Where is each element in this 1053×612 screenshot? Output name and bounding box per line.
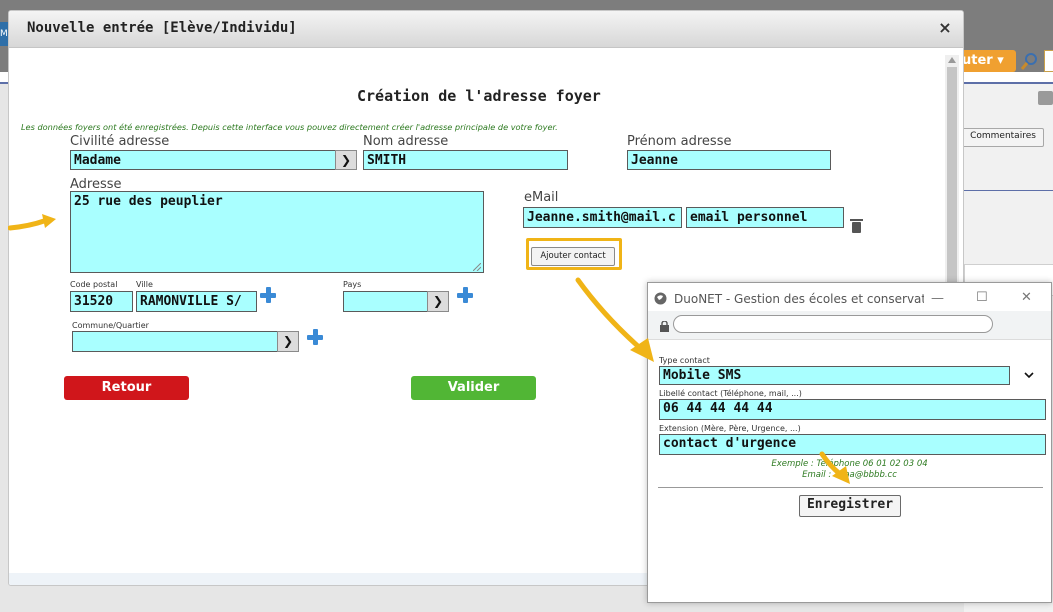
- contact-popup-window: DuoNET - Gestion des écoles et conservat…: [647, 282, 1052, 603]
- valider-button[interactable]: Valider: [411, 376, 536, 400]
- prenom-label: Prénom adresse: [627, 134, 732, 149]
- maximize-icon[interactable]: ☐: [976, 290, 988, 305]
- chevron-down-icon[interactable]: ❯: [335, 150, 357, 170]
- minimize-icon[interactable]: —: [931, 291, 944, 306]
- libelle-label: Libellé contact (Téléphone, mail, ...): [659, 389, 802, 398]
- comments-button[interactable]: Commentaires: [962, 128, 1044, 147]
- commune-label: Commune/Quartier: [72, 321, 149, 330]
- pays-label: Pays: [343, 280, 362, 289]
- annotation-highlight: [526, 238, 622, 270]
- lock-icon: [660, 321, 669, 332]
- cp-label: Code postal: [70, 280, 118, 289]
- nom-input[interactable]: SMITH: [363, 150, 568, 170]
- app-action-button-label: uter: [962, 53, 993, 68]
- search-icon[interactable]: [1020, 50, 1040, 72]
- email-label: eMail: [524, 190, 559, 205]
- resize-handle-icon[interactable]: [473, 263, 481, 271]
- modal-title: Nouvelle entrée [Elève/Individu]: [27, 20, 297, 36]
- ville-input[interactable]: RAMONVILLE S/: [136, 291, 257, 312]
- retour-button[interactable]: Retour: [64, 376, 189, 400]
- chevron-down-icon[interactable]: [1024, 372, 1034, 379]
- app-search-input[interactable]: [1044, 50, 1053, 72]
- scroll-up-icon[interactable]: [948, 57, 956, 63]
- chevron-down-icon[interactable]: ❯: [277, 331, 299, 352]
- type-contact-label: Type contact: [659, 356, 710, 365]
- nom-label: Nom adresse: [363, 134, 449, 149]
- url-field[interactable]: [673, 315, 993, 333]
- ville-label: Ville: [136, 280, 153, 289]
- extension-label: Extension (Mère, Père, Urgence, ...): [659, 424, 801, 433]
- example-note-phone: Exemple : Téléphone 06 01 02 03 04: [771, 459, 928, 469]
- add-commune-icon[interactable]: [307, 329, 323, 345]
- commune-select[interactable]: [72, 331, 278, 352]
- trash-icon[interactable]: [850, 219, 863, 233]
- pays-select[interactable]: [343, 291, 428, 312]
- divider: [658, 487, 1043, 488]
- civilite-select[interactable]: Madame: [70, 150, 336, 170]
- chevron-down-icon: ▾: [997, 53, 1004, 68]
- page-title: Création de l'adresse foyer: [357, 87, 601, 105]
- type-contact-select[interactable]: Mobile SMS: [659, 366, 1010, 385]
- cp-input[interactable]: 31520: [70, 291, 133, 312]
- divider: [964, 190, 1053, 191]
- civilite-label: Civilité adresse: [70, 134, 170, 149]
- close-icon[interactable]: ✕: [1021, 290, 1032, 305]
- close-icon[interactable]: ×: [937, 19, 953, 37]
- add-ville-icon[interactable]: [260, 287, 276, 303]
- save-button[interactable]: Enregistrer: [799, 495, 901, 517]
- info-note: Les données foyers ont été enregistrées.…: [21, 122, 558, 132]
- app-logo: M: [0, 22, 8, 46]
- email-type-input[interactable]: email personnel: [686, 207, 844, 228]
- chevron-down-icon[interactable]: ❯: [427, 291, 449, 312]
- extension-input[interactable]: contact d'urgence: [659, 434, 1046, 455]
- libelle-input[interactable]: 06 44 44 44 44: [659, 399, 1046, 420]
- popup-title: DuoNET - Gestion des écoles et conservat…: [674, 292, 924, 306]
- adresse-label: Adresse: [70, 177, 122, 192]
- globe-icon: [654, 292, 667, 305]
- printer-icon[interactable]: [1038, 91, 1053, 105]
- add-pays-icon[interactable]: [457, 287, 473, 303]
- adresse-textarea[interactable]: 25 rue des peuplier: [70, 191, 484, 273]
- email-input[interactable]: Jeanne.smith@mail.c: [523, 207, 682, 228]
- example-note-email: Email : aaaa@bbbb.cc: [802, 470, 897, 480]
- prenom-input[interactable]: Jeanne: [627, 150, 831, 170]
